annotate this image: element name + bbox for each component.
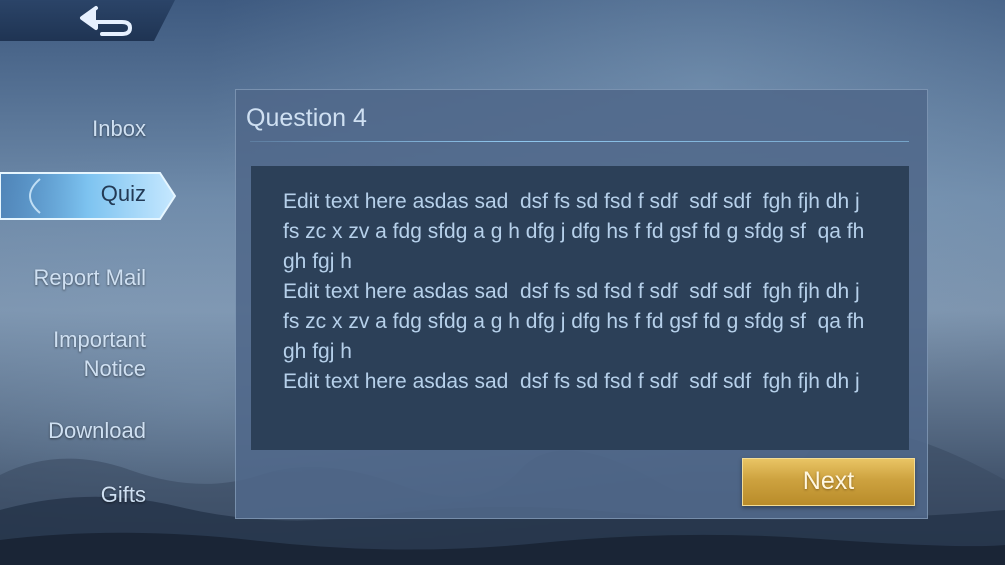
sidebar-item-download[interactable]: Download — [48, 416, 146, 445]
sidebar-item-important-notice[interactable]: Important Notice — [53, 325, 146, 383]
question-text: Edit text here asdas sad dsf fs sd fsd f… — [251, 166, 909, 450]
sidebar-item-report-mail[interactable]: Report Mail — [34, 263, 146, 292]
next-button[interactable]: Next — [742, 458, 915, 506]
active-tab-highlight — [0, 172, 176, 220]
sidebar-item-quiz[interactable]: Quiz — [0, 171, 176, 221]
title-divider — [250, 141, 909, 142]
quiz-panel: Question 4 Edit text here asdas sad dsf … — [235, 89, 928, 519]
sidebar-nav: Inbox Quiz Report Mail Important Notice … — [0, 0, 180, 565]
sidebar-item-gifts[interactable]: Gifts — [101, 480, 146, 509]
sidebar-item-inbox[interactable]: Inbox — [92, 114, 146, 143]
sidebar-item-label: Quiz — [100, 181, 146, 206]
question-title: Question 4 — [246, 104, 367, 132]
